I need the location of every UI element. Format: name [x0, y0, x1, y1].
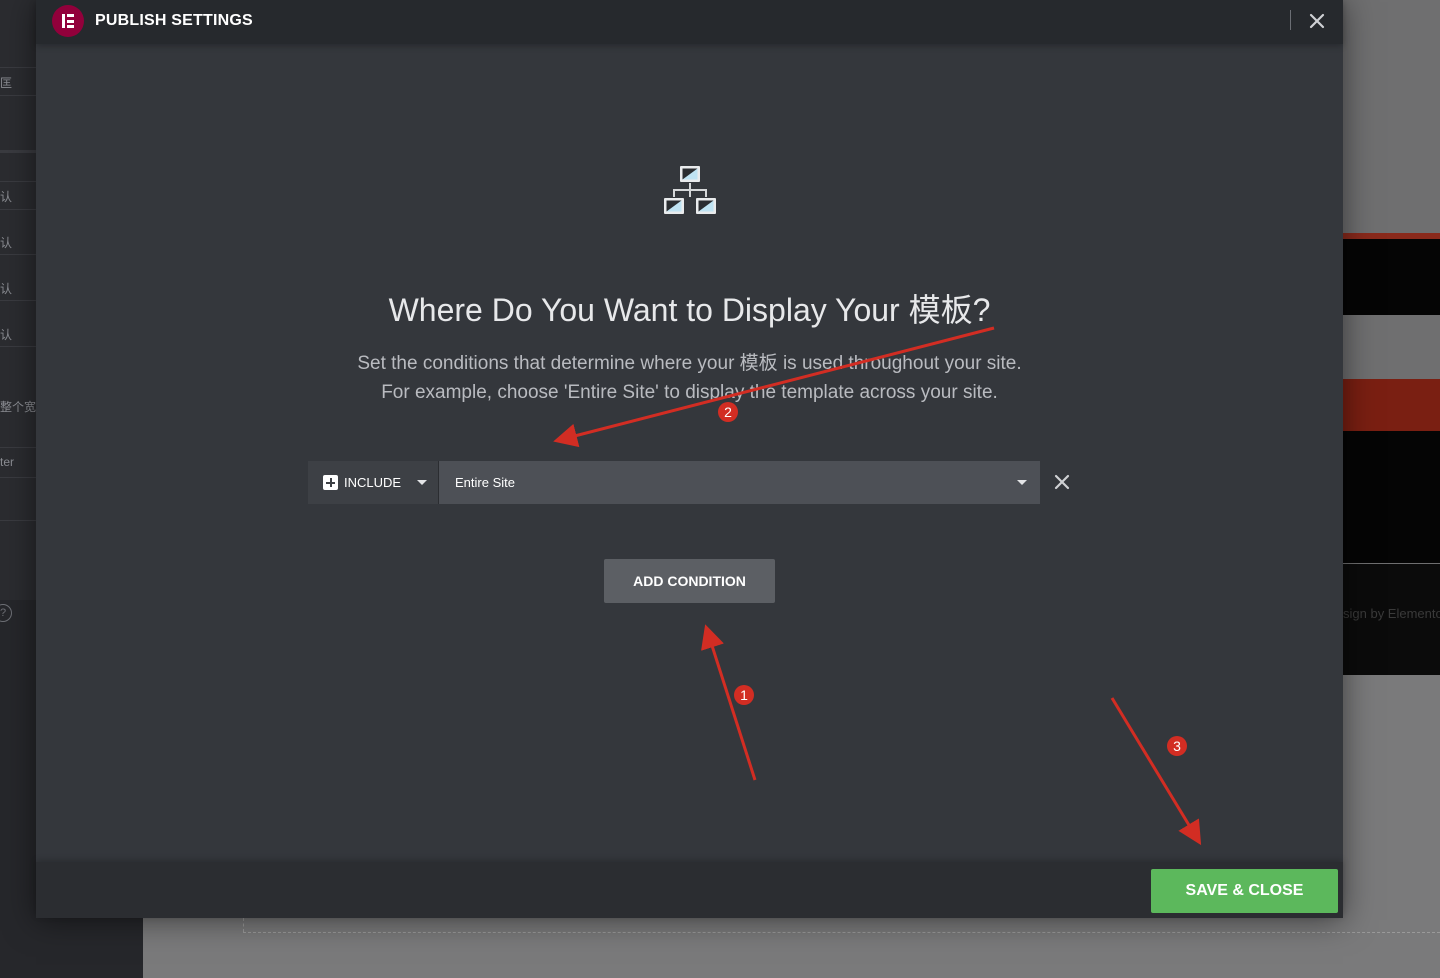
panel-fragment-text: 认: [0, 282, 13, 296]
caret-down-icon: [417, 480, 427, 485]
panel-divider: [0, 346, 36, 347]
panel-fragment-text: 认: [0, 236, 13, 250]
condition-scope-value: Entire Site: [455, 475, 515, 490]
modal-title: PUBLISH SETTINGS: [95, 12, 253, 29]
caret-down-icon: [1017, 480, 1027, 485]
annotation-marker-2: 2: [718, 402, 738, 422]
canvas-section-dark: [1343, 431, 1440, 563]
annotation-marker-3: 3: [1167, 736, 1187, 756]
panel-divider: [0, 181, 36, 182]
elementor-logo-icon: [52, 5, 84, 37]
panel-divider: [0, 95, 36, 96]
panel-divider: [0, 300, 36, 301]
remove-condition-button[interactable]: [1052, 472, 1072, 492]
panel-divider: [0, 150, 36, 153]
description-line: For example, choose 'Entire Site' to dis…: [381, 382, 998, 403]
sitemap-hierarchy-icon: [660, 163, 720, 219]
annotation-marker-1: 1: [734, 685, 754, 705]
panel-divider: [0, 209, 36, 210]
canvas-footer-credit: sign by Elementor: [1343, 606, 1440, 621]
description-line: Set the conditions that determine where …: [357, 353, 1022, 374]
modal-header: PUBLISH SETTINGS: [36, 0, 1343, 44]
plus-square-icon: [323, 475, 338, 490]
condition-type-label: INCLUDE: [344, 475, 402, 490]
canvas-section-red: [1343, 379, 1440, 431]
panel-divider: [0, 67, 36, 68]
conditions-heading: Where Do You Want to Display Your 模板?: [388, 292, 991, 328]
modal-footer: SAVE & CLOSE: [36, 862, 1343, 918]
panel-divider: [0, 477, 36, 478]
condition-row: INCLUDE Entire Site: [308, 461, 1040, 504]
panel-divider: [0, 520, 36, 521]
panel-divider: [0, 254, 36, 255]
condition-scope-select[interactable]: Entire Site: [439, 461, 1040, 504]
close-modal-button[interactable]: [1304, 8, 1330, 34]
condition-type-select[interactable]: INCLUDE: [308, 461, 439, 504]
panel-fragment-text: 认: [0, 328, 13, 342]
panel-fragment-text: 匡: [0, 76, 13, 90]
panel-fragment-text: 认: [0, 190, 13, 204]
panel-fragment-text: ter: [0, 455, 15, 469]
close-icon: [1054, 474, 1070, 490]
panel-fragment-text: 整个宽度: [0, 400, 36, 414]
canvas-dashed-border: [243, 918, 244, 932]
publish-settings-modal: PUBLISH SETTINGS Where Do You Want to Di…: [36, 0, 1343, 918]
canvas-section-dark: [1343, 239, 1440, 315]
close-icon: [1309, 13, 1325, 29]
conditions-description: Set the conditions that determine where …: [36, 349, 1343, 407]
add-condition-button[interactable]: ADD CONDITION: [604, 559, 775, 603]
panel-divider: [0, 447, 36, 448]
header-divider: [1290, 10, 1291, 30]
save-and-close-button[interactable]: SAVE & CLOSE: [1151, 869, 1338, 913]
canvas-dashed-border: [243, 932, 1440, 933]
